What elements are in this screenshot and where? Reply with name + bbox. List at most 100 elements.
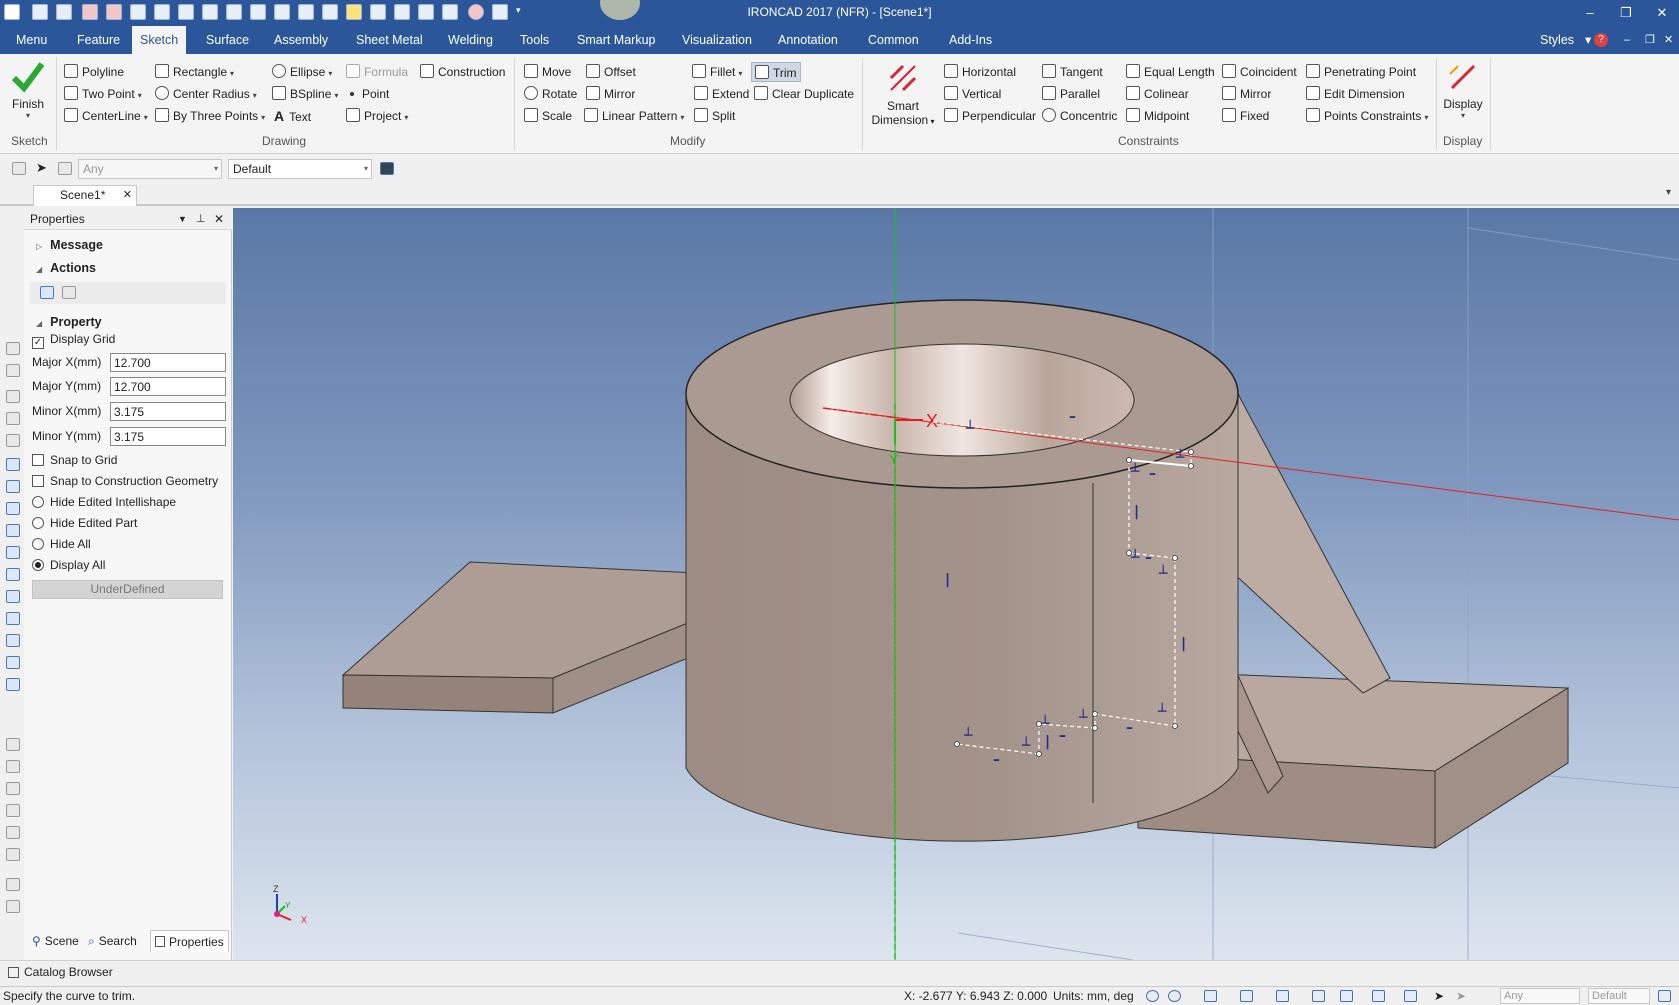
- tab-scene-browser[interactable]: ⚲ Scene: [28, 930, 83, 952]
- scale-button[interactable]: Scale: [524, 106, 572, 126]
- mdi-close-button[interactable]: ✕: [1664, 26, 1673, 54]
- select-mode-icon[interactable]: ➤: [1456, 987, 1466, 1005]
- tab-common[interactable]: Common: [860, 26, 927, 54]
- point-button[interactable]: Point: [350, 84, 389, 104]
- close-button[interactable]: ✕: [1648, 3, 1676, 23]
- panel-menu-icon[interactable]: ▼: [178, 208, 187, 230]
- parallel-constraint-button[interactable]: Parallel: [1042, 84, 1100, 104]
- 3d-viewport[interactable]: X Y ┴ – ┴ ┴ – | ┴ – ┴ | ┴ – ┴ ┴ – | ┴ – …: [233, 208, 1679, 960]
- perpendicular-constraint-button[interactable]: Perpendicular: [944, 106, 1036, 126]
- coincident-constraint-button[interactable]: Coincident: [1222, 62, 1297, 82]
- display-style-icon[interactable]: [1372, 990, 1385, 1002]
- radio-hide-edited-intellishape[interactable]: Hide Edited Intellishape: [32, 493, 176, 511]
- ellipse-dropdown-icon[interactable]: ▾: [328, 69, 332, 78]
- view-cube-icon[interactable]: [1240, 990, 1253, 1002]
- tool-strip-icon[interactable]: [6, 390, 20, 403]
- linear-pattern-button[interactable]: Linear Pattern ▾: [584, 106, 684, 126]
- tool-strip-icon[interactable]: [6, 434, 20, 447]
- trim-button[interactable]: Trim: [751, 62, 801, 82]
- display-grid-checkbox[interactable]: ✓ Display Grid: [32, 330, 115, 349]
- rotate-button[interactable]: Rotate: [524, 84, 577, 104]
- sketch-options-icon[interactable]: [62, 286, 76, 299]
- tab-list-dropdown-icon[interactable]: ▾: [1666, 187, 1671, 198]
- center-radius-dropdown-icon[interactable]: ▾: [253, 91, 257, 100]
- rectangle-button[interactable]: Rectangle ▾: [155, 62, 234, 82]
- edit-sketch-icon[interactable]: [40, 286, 54, 299]
- fillet-button[interactable]: Fillet ▾: [692, 62, 742, 82]
- message-section[interactable]: ▷ Message: [36, 238, 103, 252]
- tool-strip-icon[interactable]: [6, 900, 20, 913]
- tab-assembly[interactable]: Assembly: [266, 26, 336, 54]
- select-mode-icon[interactable]: [58, 162, 72, 175]
- three-point-dropdown-icon[interactable]: ▾: [261, 113, 265, 122]
- tangent-constraint-button[interactable]: Tangent: [1042, 62, 1103, 82]
- tab-tools[interactable]: Tools: [512, 26, 557, 54]
- extend-button[interactable]: Extend: [694, 84, 749, 104]
- style-combo[interactable]: Default ▾: [228, 159, 372, 179]
- tab-smart-markup[interactable]: Smart Markup: [569, 26, 664, 54]
- points-constraints-button[interactable]: Points Constraints ▾: [1306, 106, 1428, 126]
- centerline-dropdown-icon[interactable]: ▾: [144, 113, 148, 122]
- close-panel-icon[interactable]: ✕: [214, 208, 224, 230]
- select-cursor-icon[interactable]: ➤: [36, 160, 47, 176]
- mdi-minimize-button[interactable]: –: [1624, 26, 1630, 54]
- catalog-browser-bar[interactable]: Catalog Browser: [0, 960, 1679, 984]
- two-point-line-button[interactable]: Two Point ▾: [64, 84, 142, 104]
- tab-welding[interactable]: Welding: [440, 26, 501, 54]
- styles-menu[interactable]: Styles: [1540, 26, 1574, 54]
- rectangle-dropdown-icon[interactable]: ▾: [230, 69, 234, 78]
- tool-strip-icon[interactable]: [6, 848, 20, 861]
- shape-blend-icon[interactable]: [6, 656, 20, 669]
- offset-button[interactable]: Offset: [586, 62, 636, 82]
- zoom-window-icon[interactable]: [1168, 990, 1181, 1002]
- scene-canvas[interactable]: X Y ┴ – ┴ ┴ – | ┴ – ┴ | ┴ – ┴ ┴ – | ┴ – …: [233, 208, 1679, 960]
- status-filter-combo[interactable]: Any: [1500, 988, 1580, 1004]
- three-point-arc-button[interactable]: By Three Points ▾: [155, 106, 265, 126]
- tab-search[interactable]: ⌕ Search: [84, 930, 141, 952]
- help-icon[interactable]: ?: [1594, 33, 1608, 47]
- shape-cylinder-icon[interactable]: [6, 480, 20, 493]
- vertical-constraint-button[interactable]: Vertical: [944, 84, 1001, 104]
- fixed-constraint-button[interactable]: Fixed: [1222, 106, 1269, 126]
- major-y-input[interactable]: [110, 377, 226, 396]
- text-button[interactable]: A Text: [274, 106, 311, 126]
- tool-strip-icon[interactable]: [6, 878, 20, 891]
- radio-display-all[interactable]: Display All: [32, 556, 105, 574]
- view-orient-icon[interactable]: [1204, 990, 1217, 1002]
- center-radius-button[interactable]: Center Radius ▾: [155, 84, 257, 104]
- tab-menu[interactable]: Menu: [8, 26, 55, 54]
- status-style-combo[interactable]: Default: [1588, 988, 1650, 1004]
- render-mode-icon[interactable]: [1312, 990, 1325, 1002]
- shading-icon[interactable]: [1340, 990, 1353, 1002]
- tab-scene1[interactable]: Scene1* ✕: [33, 185, 137, 206]
- camera-icon[interactable]: [1276, 990, 1289, 1002]
- tool-strip-icon[interactable]: [6, 804, 20, 817]
- clear-duplicate-button[interactable]: Clear Duplicate: [754, 84, 854, 104]
- tab-sketch[interactable]: Sketch: [132, 26, 187, 54]
- hierarchy-icon[interactable]: [380, 162, 394, 175]
- edit-dimension-button[interactable]: Edit Dimension: [1306, 84, 1405, 104]
- midpoint-constraint-button[interactable]: Midpoint: [1126, 106, 1189, 126]
- minimize-button[interactable]: –: [1576, 3, 1604, 23]
- tab-annotation[interactable]: Annotation: [770, 26, 846, 54]
- shape-block-icon[interactable]: [6, 458, 20, 471]
- actions-section[interactable]: ◢ Actions: [36, 261, 96, 275]
- concentric-constraint-button[interactable]: Concentric: [1042, 106, 1117, 126]
- tool-strip-icon[interactable]: [6, 760, 20, 773]
- penetrating-point-button[interactable]: Penetrating Point: [1306, 62, 1416, 82]
- smart-dimension-dropdown-icon[interactable]: ▾: [928, 117, 934, 126]
- project-dropdown-icon[interactable]: ▾: [404, 113, 408, 122]
- minor-x-input[interactable]: [110, 402, 226, 421]
- tab-sheet-metal[interactable]: Sheet Metal: [348, 26, 431, 54]
- major-x-input[interactable]: [110, 353, 226, 372]
- tool-strip-icon[interactable]: [6, 342, 20, 355]
- fillet-dropdown-icon[interactable]: ▾: [738, 69, 742, 78]
- bspline-button[interactable]: BSpline ▾: [272, 84, 338, 104]
- shape-loft-icon[interactable]: [6, 568, 20, 581]
- shape-chamfer-icon[interactable]: [6, 678, 20, 691]
- tab-feature[interactable]: Feature: [69, 26, 128, 54]
- move-button[interactable]: Move: [524, 62, 571, 82]
- colinear-constraint-button[interactable]: Colinear: [1126, 84, 1189, 104]
- equal-length-constraint-button[interactable]: Equal Length: [1126, 62, 1215, 82]
- display-button[interactable]: Display ▾: [1440, 60, 1486, 120]
